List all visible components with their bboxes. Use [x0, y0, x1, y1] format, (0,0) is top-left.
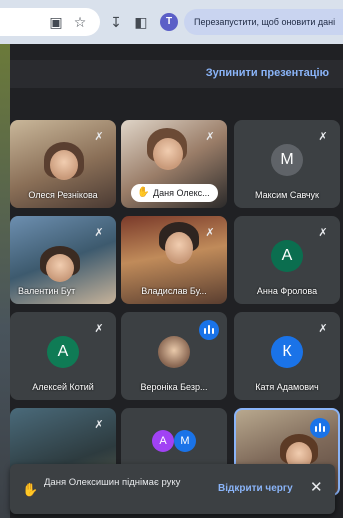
- restart-update-button[interactable]: Перезапустити, щоб оновити данi: [184, 9, 343, 35]
- participant-name: Даня Олекс...: [153, 188, 210, 198]
- avatar: А: [152, 430, 174, 452]
- participant-tile[interactable]: ✗ Олеся Резнікова: [10, 120, 116, 208]
- participant-tile[interactable]: К ✗ Катя Адамович: [234, 312, 340, 400]
- participant-tile[interactable]: А ✗ Алексей Котий: [10, 312, 116, 400]
- speaking-indicator-icon: [310, 418, 330, 438]
- participant-name: Алексей Котий: [32, 382, 94, 392]
- mic-off-icon: ✗: [318, 227, 328, 239]
- raised-hand-icon: ✋: [22, 482, 39, 497]
- meet-window: ▣ ☆ ↧ ◧ T Перезапустити, щоб оновити дан…: [0, 0, 343, 518]
- mic-off-icon: ✗: [94, 131, 104, 143]
- mic-off-icon: ✗: [205, 227, 215, 239]
- participant-tile[interactable]: Вероніка Безр...: [121, 312, 227, 400]
- sidepanel-icon[interactable]: ◧: [133, 14, 149, 30]
- mic-off-icon: ✗: [318, 131, 328, 143]
- speaking-indicator-icon: [199, 320, 219, 340]
- participant-video: [46, 254, 74, 282]
- participant-video: [50, 150, 78, 180]
- participant-name: Олеся Резнікова: [28, 190, 98, 200]
- participant-video: [165, 232, 193, 264]
- mic-off-icon: ✗: [94, 323, 104, 335]
- avatar: А: [271, 240, 303, 272]
- avatar: М: [174, 430, 196, 452]
- profile-avatar[interactable]: T: [160, 13, 178, 31]
- stop-presentation-button[interactable]: Зупинити презентацію: [206, 67, 329, 79]
- participant-name: Анна Фролова: [256, 286, 318, 296]
- participant-tile[interactable]: М ✗ Максим Савчук: [234, 120, 340, 208]
- close-icon[interactable]: ✕: [310, 479, 323, 497]
- mic-off-icon: ✗: [94, 419, 104, 431]
- raised-hand-icon: ✋: [137, 187, 150, 198]
- mic-off-icon: ✗: [94, 227, 104, 239]
- meet-top-bar: Зупинити презентацію: [10, 60, 343, 88]
- toast-message: Даня Олексишин піднімає руку: [44, 477, 181, 488]
- camera-icon[interactable]: ▣: [48, 14, 64, 30]
- avatar: А: [47, 336, 79, 368]
- avatar: К: [271, 336, 303, 368]
- window-edge: [0, 44, 10, 518]
- star-icon[interactable]: ☆: [72, 14, 88, 30]
- avatar: [158, 336, 190, 368]
- hand-raised-badge: ✋ Даня Олекс...: [131, 184, 218, 202]
- participant-tile[interactable]: ✗ Валентин Бут: [10, 216, 116, 304]
- hand-raise-toast: ✋ Даня Олексишин піднімає руку Відкрити …: [10, 464, 335, 514]
- participant-video: [153, 138, 183, 170]
- participant-tile[interactable]: А ✗ Анна Фролова: [234, 216, 340, 304]
- participant-tile[interactable]: ✗ ✋ Даня Олекс...: [121, 120, 227, 208]
- download-icon[interactable]: ↧: [108, 14, 124, 30]
- participant-tile[interactable]: ✗ Владислав Бу...: [121, 216, 227, 304]
- participant-name: Вероніка Безр...: [140, 382, 208, 392]
- participant-name: Валентин Бут: [18, 286, 76, 296]
- participant-name: Максим Савчук: [255, 190, 319, 200]
- mic-off-icon: ✗: [318, 323, 328, 335]
- mic-off-icon: ✗: [205, 131, 215, 143]
- participant-name: Катя Адамович: [255, 382, 319, 392]
- browser-toolbar: ▣ ☆ ↧ ◧ T Перезапустити, щоб оновити дан…: [0, 0, 343, 44]
- participant-name: Владислав Бу...: [141, 286, 207, 296]
- open-queue-button[interactable]: Відкрити чергу: [218, 483, 293, 494]
- avatar: М: [271, 144, 303, 176]
